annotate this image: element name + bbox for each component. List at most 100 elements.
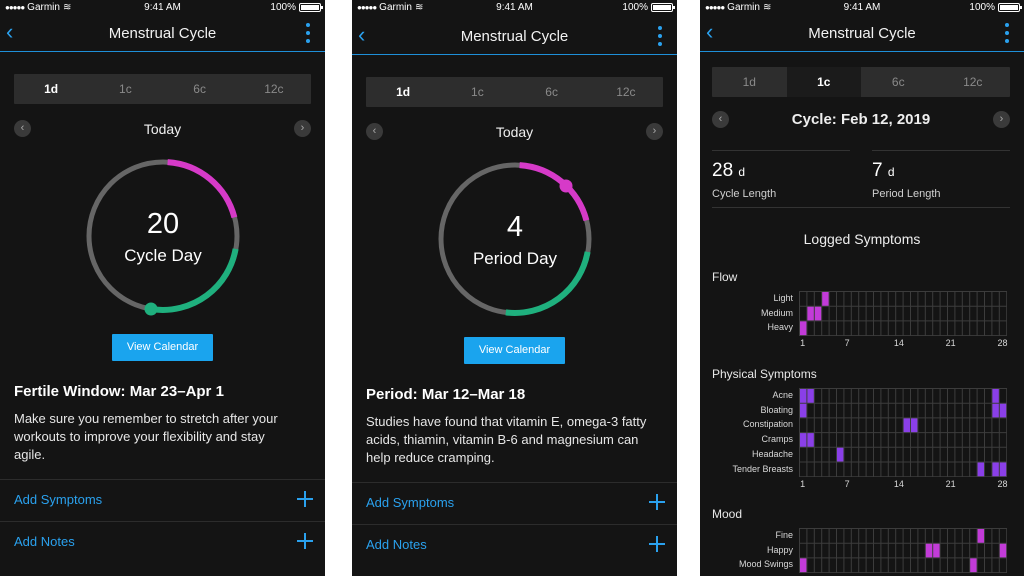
period-selector: 1d 1c 6c 12c bbox=[14, 74, 311, 104]
screen-period-day: ●●●●● Garmin ≋ 9:41 AM 100% ‹ Menstrual Cy… bbox=[352, 0, 677, 576]
tab-1d[interactable]: 1d bbox=[14, 74, 88, 104]
screen-cycle-summary: ●●●●● Garmin ≋ 9:41 AM 100% ‹ Menstrual Cy… bbox=[700, 0, 1024, 576]
current-day-marker bbox=[144, 302, 158, 316]
tab-12c[interactable]: 12c bbox=[936, 67, 1011, 97]
battery-percent: 100% bbox=[270, 2, 296, 13]
symptom-row-label: Cramps bbox=[761, 434, 793, 445]
symptom-row-label: Acne bbox=[772, 390, 793, 400]
logged-day-cell bbox=[991, 403, 1000, 418]
tab-12c[interactable]: 12c bbox=[589, 77, 663, 107]
view-calendar-button[interactable]: View Calendar bbox=[112, 334, 213, 361]
plus-icon[interactable] bbox=[649, 494, 665, 510]
ring-label: Cycle Day bbox=[124, 246, 202, 265]
logged-day-cell bbox=[903, 417, 911, 433]
ring-label: Period Day bbox=[472, 249, 558, 268]
axis-tick-label: 1 bbox=[800, 338, 806, 349]
logged-day-cell bbox=[799, 320, 807, 336]
tab-6c[interactable]: 6c bbox=[861, 67, 936, 97]
add-notes-label: Add Notes bbox=[366, 537, 427, 552]
add-notes-row[interactable]: Add Notes bbox=[352, 524, 677, 566]
more-options-icon[interactable] bbox=[1004, 23, 1010, 43]
nav-title: Menstrual Cycle bbox=[108, 25, 217, 42]
tab-1c[interactable]: 1c bbox=[786, 67, 861, 97]
logged-day-cell bbox=[814, 306, 822, 321]
logged-day-cell bbox=[806, 306, 815, 321]
logged-day-cell bbox=[991, 462, 1000, 477]
tab-6c[interactable]: 6c bbox=[163, 74, 237, 104]
more-options-icon[interactable] bbox=[657, 26, 663, 46]
period-length-caption: Period Length bbox=[872, 188, 941, 200]
nav-bar: ‹ Menstrual Cycle bbox=[352, 19, 677, 55]
axis-tick-label: 28 bbox=[997, 479, 1008, 490]
battery-percent: 100% bbox=[622, 2, 648, 13]
period-length-stat: 7 d Period Length bbox=[872, 160, 941, 200]
symptom-row-label: Headache bbox=[751, 448, 793, 459]
tab-12c[interactable]: 12c bbox=[237, 74, 311, 104]
next-cycle-icon[interactable]: › bbox=[993, 111, 1010, 128]
tab-1c[interactable]: 1c bbox=[88, 74, 162, 104]
logged-day-cell bbox=[932, 543, 941, 558]
battery-percent: 100% bbox=[969, 2, 995, 13]
info-body: Make sure you remember to stretch after … bbox=[14, 411, 278, 462]
logged-day-cell bbox=[999, 543, 1007, 558]
symptom-row-label: Fine bbox=[775, 530, 793, 540]
info-title: Fertile Window: Mar 23–Apr 1 bbox=[14, 383, 224, 400]
add-notes-label: Add Notes bbox=[14, 534, 75, 549]
ring-number: 4 bbox=[506, 211, 524, 243]
cycle-length-caption: Cycle Length bbox=[712, 188, 777, 200]
add-symptoms-row[interactable]: Add Symptoms bbox=[352, 482, 677, 524]
logged-day-cell bbox=[799, 403, 807, 418]
next-day-icon[interactable]: › bbox=[646, 123, 663, 140]
cycle-date-label: Cycle: Feb 12, 2019 bbox=[791, 111, 931, 128]
logged-day-cell bbox=[799, 557, 807, 573]
period-selector: 1d 1c 6c 12c bbox=[712, 67, 1010, 97]
plus-icon[interactable] bbox=[649, 536, 665, 552]
add-symptoms-row[interactable]: Add Symptoms bbox=[0, 479, 325, 521]
symptom-grid bbox=[799, 388, 1008, 478]
nav-bar: ‹ Menstrual Cycle bbox=[700, 16, 1024, 52]
symptom-grid bbox=[799, 528, 1008, 574]
battery-icon bbox=[998, 3, 1022, 12]
section-title: Mood bbox=[712, 507, 743, 521]
nav-title: Menstrual Cycle bbox=[808, 25, 916, 42]
tab-1d[interactable]: 1d bbox=[366, 77, 440, 107]
tab-1c[interactable]: 1c bbox=[440, 77, 514, 107]
logged-day-cell bbox=[806, 388, 815, 404]
logged-day-cell bbox=[977, 528, 985, 544]
period-length-unit: d bbox=[887, 165, 895, 179]
nav-bar: ‹ Menstrual Cycle bbox=[0, 16, 325, 52]
logged-day-cell bbox=[806, 432, 815, 448]
next-day-icon[interactable]: › bbox=[294, 120, 311, 137]
divider bbox=[712, 207, 1010, 208]
add-notes-row[interactable]: Add Notes bbox=[0, 521, 325, 563]
section-title: Flow bbox=[712, 270, 738, 284]
cycle-length-unit: d bbox=[738, 165, 746, 179]
status-bar: ●●●●● Garmin ≋ 9:41 AM 100% bbox=[352, 0, 677, 16]
symptom-grid bbox=[799, 291, 1008, 337]
axis-tick-label: 21 bbox=[945, 479, 956, 490]
date-label: Today bbox=[495, 124, 534, 140]
status-bar: ●●●●● Garmin ≋ 9:41 AM 100% bbox=[700, 0, 1024, 16]
tab-6c[interactable]: 6c bbox=[515, 77, 589, 107]
nav-title: Menstrual Cycle bbox=[460, 28, 569, 45]
axis-tick-label: 7 bbox=[844, 338, 850, 349]
plus-icon[interactable] bbox=[297, 491, 313, 507]
view-calendar-button[interactable]: View Calendar bbox=[464, 337, 565, 364]
current-day-marker bbox=[559, 179, 573, 193]
plus-icon[interactable] bbox=[297, 533, 313, 549]
info-title: Period: Mar 12–Mar 18 bbox=[366, 386, 526, 403]
cycle-navigator: ‹ Cycle: Feb 12, 2019 › bbox=[712, 111, 1010, 129]
period-length-value: 7 bbox=[872, 160, 883, 181]
cycle-length-stat: 28 d Cycle Length bbox=[712, 160, 776, 200]
more-options-icon[interactable] bbox=[305, 23, 311, 43]
add-symptoms-label: Add Symptoms bbox=[14, 492, 103, 507]
logged-day-cell bbox=[977, 462, 985, 477]
axis-tick-label: 14 bbox=[893, 338, 904, 349]
tab-1d[interactable]: 1d bbox=[712, 67, 787, 97]
divider bbox=[872, 150, 1010, 151]
symptom-row-label: Bloating bbox=[760, 404, 793, 415]
logged-symptoms-title: Logged Symptoms bbox=[803, 231, 921, 247]
symptom-row-label: Light bbox=[773, 293, 793, 303]
add-symptoms-label: Add Symptoms bbox=[366, 495, 455, 510]
logged-day-cell bbox=[999, 403, 1007, 418]
